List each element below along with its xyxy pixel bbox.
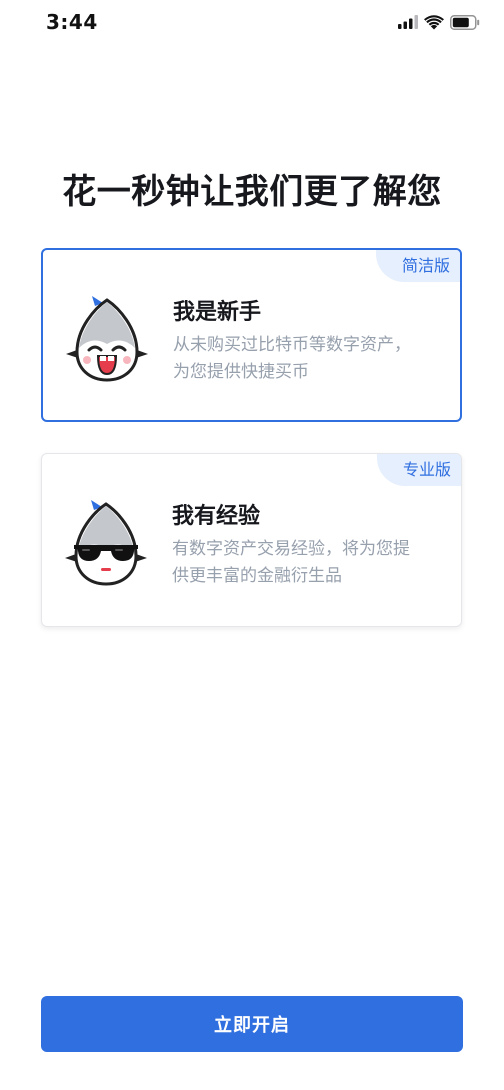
onboarding-screen: 3:44 花一秒钟让我们更了解您 简洁版 我是新手 从未购买过比特币等数字资产，… [0,0,504,1090]
battery-icon [450,14,480,30]
status-bar: 3:44 [0,0,504,46]
wifi-icon [424,14,444,29]
shark-sunglasses-mascot-icon [65,500,147,586]
start-now-button[interactable]: 立即开启 [41,996,463,1052]
option-title: 我有经验 [172,504,261,529]
version-tag-pro: 专业版 [376,454,461,486]
option-description: 从未购买过比特币等数字资产，为您提供快捷买币 [173,335,411,382]
option-description: 有数字资产交易经验，将为您提供更丰富的金融衍生品 [172,539,410,586]
status-icons [398,12,480,32]
option-title: 我是新手 [173,300,262,325]
status-time: 3:44 [46,10,98,34]
page-title: 花一秒钟让我们更了解您 [62,172,442,212]
option-card-experienced[interactable]: 专业版 我有经验 有数字资产交易经验，将为您提供更丰富的金融衍生品 [41,453,462,627]
option-card-beginner[interactable]: 简洁版 我是新手 从未购买过比特币等数字资产，为您提供快捷买币 [41,248,462,422]
shark-smile-mascot-icon [66,296,148,382]
version-tag-simple: 简洁版 [375,250,460,282]
signal-icon [398,15,418,29]
